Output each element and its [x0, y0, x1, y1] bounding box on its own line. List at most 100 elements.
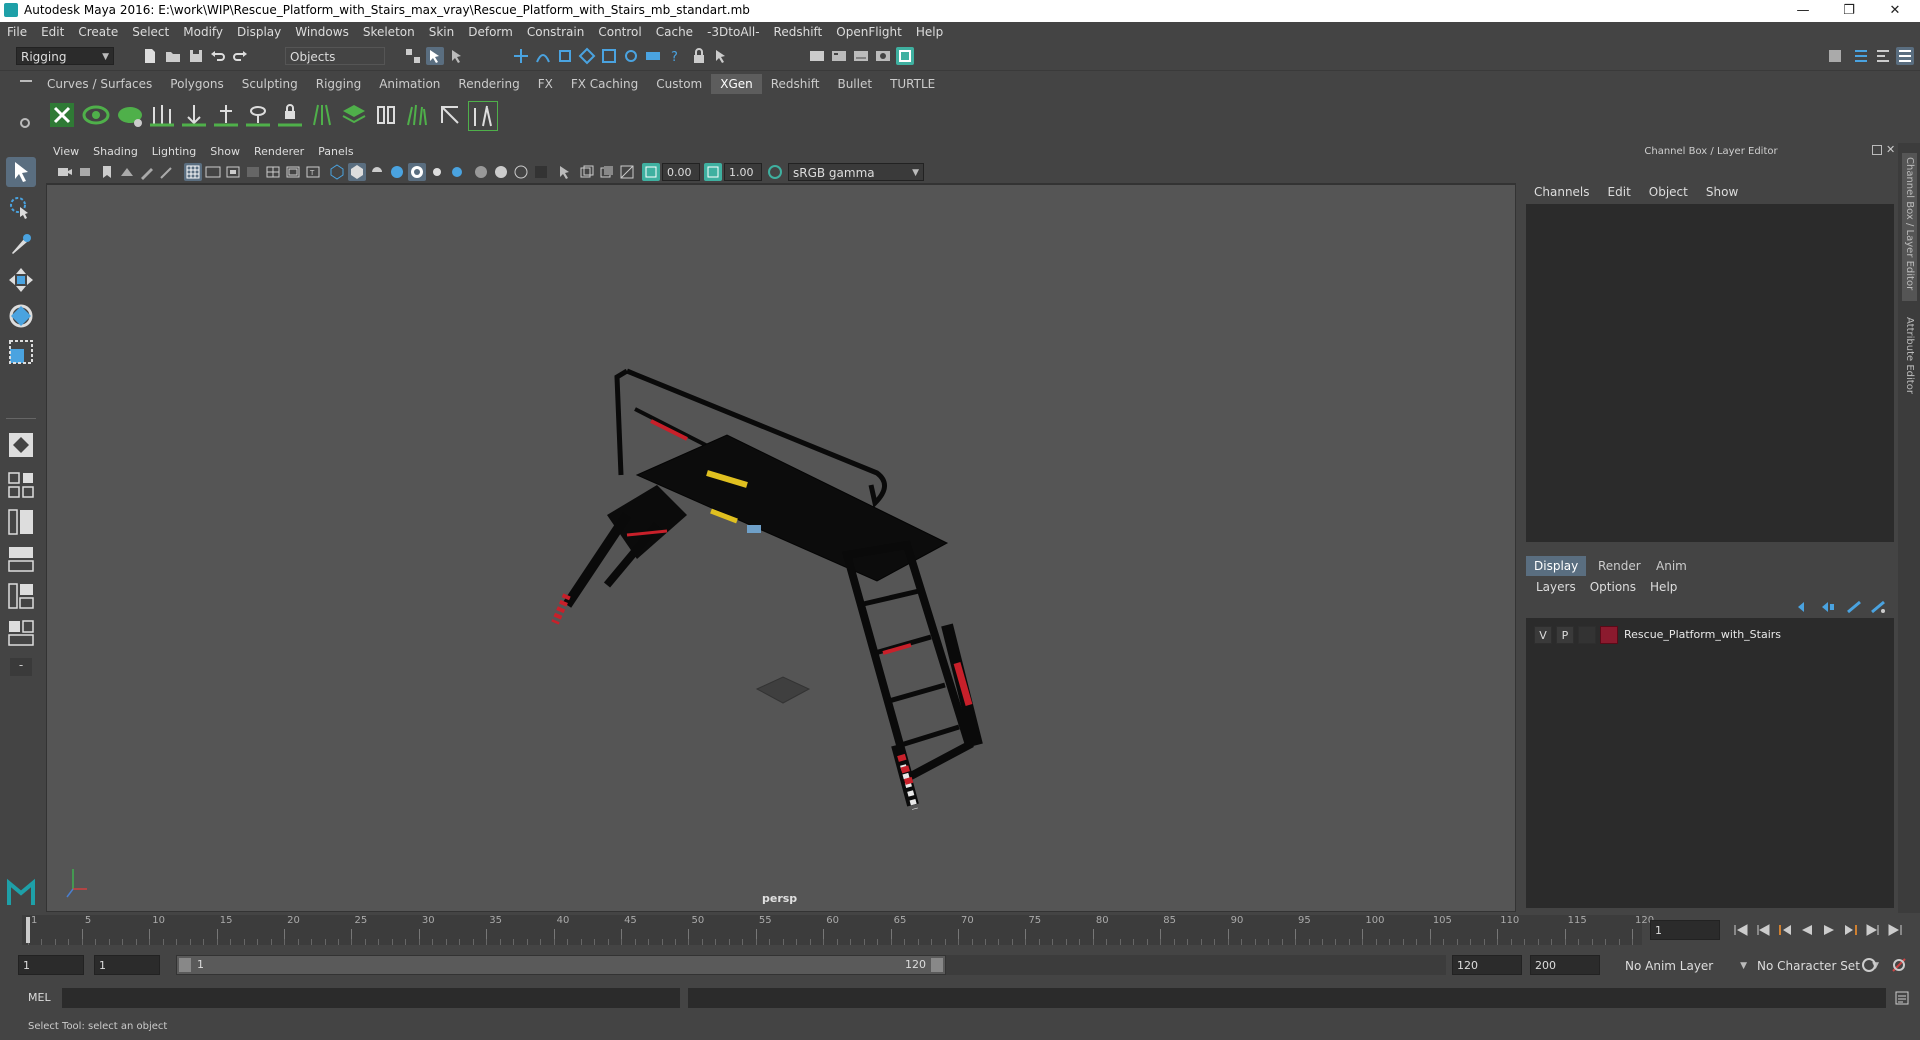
smooth-shade-icon[interactable]	[348, 163, 366, 181]
safe-action-icon[interactable]	[284, 163, 302, 181]
xgen-interactive-groom-icon[interactable]	[468, 101, 498, 131]
select-hierarchy-icon[interactable]	[404, 47, 422, 65]
side-tab-channel-box[interactable]: Channel Box / Layer Editor	[1902, 153, 1917, 301]
persp-graph-layout-icon[interactable]	[6, 544, 36, 574]
screen-space-ao-icon[interactable]	[448, 163, 466, 181]
side-tab-attribute-editor[interactable]: Attribute Editor	[1902, 313, 1917, 421]
safe-title-icon[interactable]: T	[304, 163, 322, 181]
selection-mode-dropdown[interactable]: Objects	[285, 47, 385, 65]
lasso-tool-icon[interactable]	[6, 193, 36, 223]
play-forwards-icon[interactable]	[1822, 924, 1836, 936]
redo-icon[interactable]	[231, 47, 249, 65]
xgen-editor-icon[interactable]	[48, 101, 76, 129]
shelf-tab-xgen[interactable]: XGen	[711, 74, 762, 94]
gamma-field[interactable]: 1.00	[724, 163, 762, 181]
rescue-platform-model[interactable]	[47, 185, 1515, 911]
snap-point-icon[interactable]	[556, 47, 574, 65]
field-chart-icon[interactable]	[264, 163, 282, 181]
play-backwards-icon[interactable]	[1800, 924, 1814, 936]
move-layer-down-icon[interactable]	[1820, 600, 1836, 614]
render-view-icon[interactable]	[896, 47, 914, 65]
range-slider-start-handle[interactable]	[179, 958, 191, 972]
snap-surface-icon[interactable]	[600, 47, 618, 65]
auto-key-icon[interactable]	[1860, 956, 1878, 974]
shelf-tab-sculpting[interactable]: Sculpting	[233, 74, 307, 94]
paint-select-tool-icon[interactable]	[6, 229, 36, 259]
menu-openflight[interactable]: OpenFlight	[829, 22, 909, 42]
channel-box-toggle-icon[interactable]	[1896, 47, 1914, 65]
layer-menu-options[interactable]: Options	[1590, 580, 1636, 594]
shelf-tab-fx[interactable]: FX	[529, 74, 562, 94]
menu-control[interactable]: Control	[591, 22, 648, 42]
move-tool-icon[interactable]	[6, 265, 36, 295]
menu-modify[interactable]: Modify	[176, 22, 230, 42]
minimize-button[interactable]: —	[1780, 0, 1826, 22]
image-plane-icon[interactable]	[118, 163, 136, 181]
four-view-layout-icon[interactable]	[6, 470, 36, 500]
modeling-toolkit-icon[interactable]	[1826, 47, 1844, 65]
layer-menu-layers[interactable]: Layers	[1536, 580, 1576, 594]
channel-box-attributes-area[interactable]	[1526, 204, 1894, 542]
hypershade-icon[interactable]	[874, 47, 892, 65]
viewport-menu-show[interactable]: Show	[203, 143, 247, 161]
exposure-icon[interactable]	[642, 163, 660, 181]
xgen-create-description-icon[interactable]	[116, 101, 144, 129]
command-language-label[interactable]: MEL	[28, 991, 51, 1004]
shelf-tab-polygons[interactable]: Polygons	[161, 74, 232, 94]
snap-view-plane-icon[interactable]	[578, 47, 596, 65]
menu-select[interactable]: Select	[125, 22, 176, 42]
menu-help[interactable]: Help	[909, 22, 950, 42]
layer-tab-anim[interactable]: Anim	[1648, 556, 1695, 576]
depth-of-field-icon[interactable]	[512, 163, 530, 181]
character-set-dropdown[interactable]: No Character Set ▼	[1752, 955, 1879, 975]
gamma-icon[interactable]	[704, 163, 722, 181]
layer-menu-help[interactable]: Help	[1650, 580, 1677, 594]
layer-color-swatch[interactable]	[1600, 626, 1618, 644]
anim-layer-dropdown[interactable]: No Anim Layer ▼	[1620, 955, 1747, 975]
menu-redshift[interactable]: Redshift	[767, 22, 830, 42]
save-scene-icon[interactable]	[187, 47, 205, 65]
menu-edit[interactable]: Edit	[34, 22, 71, 42]
resolution-gate-icon[interactable]	[224, 163, 242, 181]
current-time-indicator[interactable]	[26, 917, 30, 943]
animation-preferences-icon[interactable]	[1890, 956, 1908, 974]
film-gate-icon[interactable]	[204, 163, 222, 181]
gate-mask-icon[interactable]	[244, 163, 262, 181]
xgen-guide-count-icon[interactable]	[308, 101, 336, 129]
shelf-tab-bullet[interactable]: Bullet	[828, 74, 881, 94]
shelf-tab-fx-caching[interactable]: FX Caching	[562, 74, 647, 94]
use-all-lights-icon[interactable]	[408, 163, 426, 181]
snap-vertex-icon[interactable]	[622, 47, 640, 65]
menuset-dropdown[interactable]: Rigging ▼	[16, 47, 114, 65]
new-scene-icon[interactable]	[141, 47, 159, 65]
channel-box-menu-object[interactable]: Object	[1649, 185, 1688, 199]
viewport-menu-renderer[interactable]: Renderer	[247, 143, 311, 161]
default-lighting-icon[interactable]	[368, 163, 386, 181]
render-frame-icon[interactable]	[808, 47, 826, 65]
motion-blur-icon[interactable]	[472, 163, 490, 181]
viewport-menu-shading[interactable]: Shading	[86, 143, 145, 161]
xray-icon[interactable]	[556, 163, 574, 181]
xgen-layers-icon[interactable]	[340, 101, 368, 129]
single-perspective-layout-icon[interactable]	[6, 430, 36, 460]
shelf-tab-rigging[interactable]: Rigging	[307, 74, 370, 94]
xgen-add-guides-icon[interactable]	[148, 101, 176, 129]
perspective-viewport[interactable]: persp	[46, 184, 1516, 912]
lock-icon[interactable]	[690, 47, 708, 65]
scale-tool-icon[interactable]	[6, 337, 36, 367]
rotate-tool-icon[interactable]	[6, 301, 36, 331]
step-back-key-icon[interactable]	[1756, 924, 1770, 936]
shelf-tab-curves-surfaces[interactable]: Curves / Surfaces	[38, 74, 161, 94]
step-back-frame-icon[interactable]	[1778, 924, 1792, 936]
menu-skeleton[interactable]: Skeleton	[356, 22, 422, 42]
anti-aliasing-icon[interactable]	[492, 163, 510, 181]
go-to-start-icon[interactable]	[1734, 924, 1748, 936]
playback-end-field[interactable]: 120	[1452, 955, 1522, 975]
layout-menu-button[interactable]: -	[10, 658, 32, 676]
select-tool-icon[interactable]	[6, 157, 36, 187]
animation-start-field[interactable]: 1	[18, 955, 84, 975]
viewport-menu-lighting[interactable]: Lighting	[145, 143, 203, 161]
layer-visibility-toggle[interactable]: V	[1534, 626, 1552, 644]
wireframe-icon[interactable]	[328, 163, 346, 181]
render-settings-icon[interactable]	[852, 47, 870, 65]
